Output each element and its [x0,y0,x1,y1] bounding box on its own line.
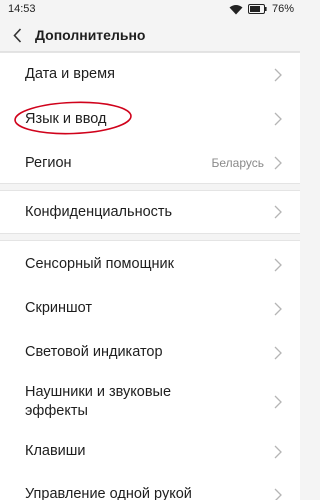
settings-item-touch-assistant[interactable]: Сенсорный помощник [0,241,300,285]
status-indicators: 76% [229,2,294,16]
settings-group-features: Сенсорный помощник Скриншот Световой инд… [0,240,300,500]
settings-item-headphones-sound[interactable]: Наушники и звуковые эффекты [0,373,300,431]
battery-percent: 76% [271,3,294,15]
settings-group-privacy: Конфиденциальность [0,190,300,234]
status-bar: 14:53 76% [0,0,300,18]
settings-item-privacy[interactable]: Конфиденциальность [0,191,300,235]
wifi-icon [229,4,243,14]
settings-item-screenshot[interactable]: Скриншот [0,285,300,329]
item-label-line1: Наушники и звуковые [25,384,172,400]
settings-item-led-indicator[interactable]: Световой индикатор [0,329,300,373]
chevron-right-icon [274,488,282,500]
chevron-right-icon [274,445,282,459]
chevron-right-icon [274,258,282,272]
item-label: Световой индикатор [25,344,163,360]
chevron-right-icon [274,346,282,360]
item-label: Клавиши [25,443,86,459]
title-bar: Дополнительно [0,18,300,52]
settings-item-region[interactable]: Регион Беларусь [0,141,300,185]
status-time: 14:53 [8,3,36,15]
item-label: Язык и ввод [25,111,107,127]
chevron-right-icon [274,68,282,82]
item-label: Скриншот [25,300,93,316]
item-label: Конфиденциальность [25,204,173,220]
settings-item-language-input[interactable]: Язык и ввод [0,97,300,141]
item-label-line2: эффекты [25,403,88,419]
item-label: Регион [25,155,72,171]
settings-group-general: Дата и время Язык и ввод Регион Беларусь [0,52,300,184]
chevron-right-icon [274,395,282,409]
chevron-right-icon [274,112,282,126]
item-label: Управление одной рукой [25,486,192,500]
chevron-right-icon [274,156,282,170]
battery-icon [247,4,267,14]
region-value: Беларусь [211,156,264,170]
chevron-left-icon [12,27,21,43]
settings-item-date-time[interactable]: Дата и время [0,53,300,97]
back-button[interactable] [7,24,27,46]
item-label: Дата и время [25,66,115,82]
page-title: Дополнительно [35,27,146,43]
item-label: Сенсорный помощник [25,256,174,272]
settings-item-buttons[interactable]: Клавиши [0,431,300,475]
chevron-right-icon [274,205,282,219]
settings-item-one-handed-mode[interactable]: Управление одной рукой [0,475,300,500]
chevron-right-icon [274,302,282,316]
